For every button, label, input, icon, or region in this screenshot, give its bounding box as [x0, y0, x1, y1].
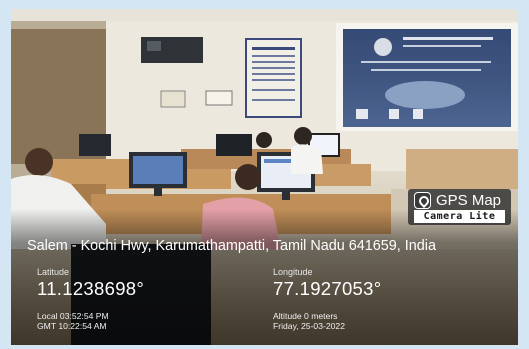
badge-title: GPS Map [436, 192, 502, 209]
latitude-value: 11.1238698° [37, 278, 145, 299]
map-pin-icon [414, 192, 431, 209]
camera-photo: GPS Map Camera Lite Salem - Kochi Hwy, K… [11, 9, 518, 345]
local-time: Local 03:52:54 PM [37, 311, 109, 321]
gps-map-camera-badge: GPS Map Camera Lite [408, 189, 511, 225]
longitude-value: 77.1927053° [273, 278, 382, 299]
gmt-time: GMT 10:22:54 AM [37, 321, 107, 331]
address-text: Salem - Kochi Hwy, Karumathampatti, Tami… [27, 238, 436, 254]
altitude-text: Altitude 0 meters [273, 311, 338, 321]
screenshot-frame: GPS Map Camera Lite Salem - Kochi Hwy, K… [0, 0, 529, 349]
date-text: Friday, 25-03-2022 [273, 321, 345, 331]
latitude-label: Latitude [37, 267, 70, 277]
badge-subtitle: Camera Lite [414, 210, 505, 223]
longitude-label: Longitude [273, 267, 313, 277]
